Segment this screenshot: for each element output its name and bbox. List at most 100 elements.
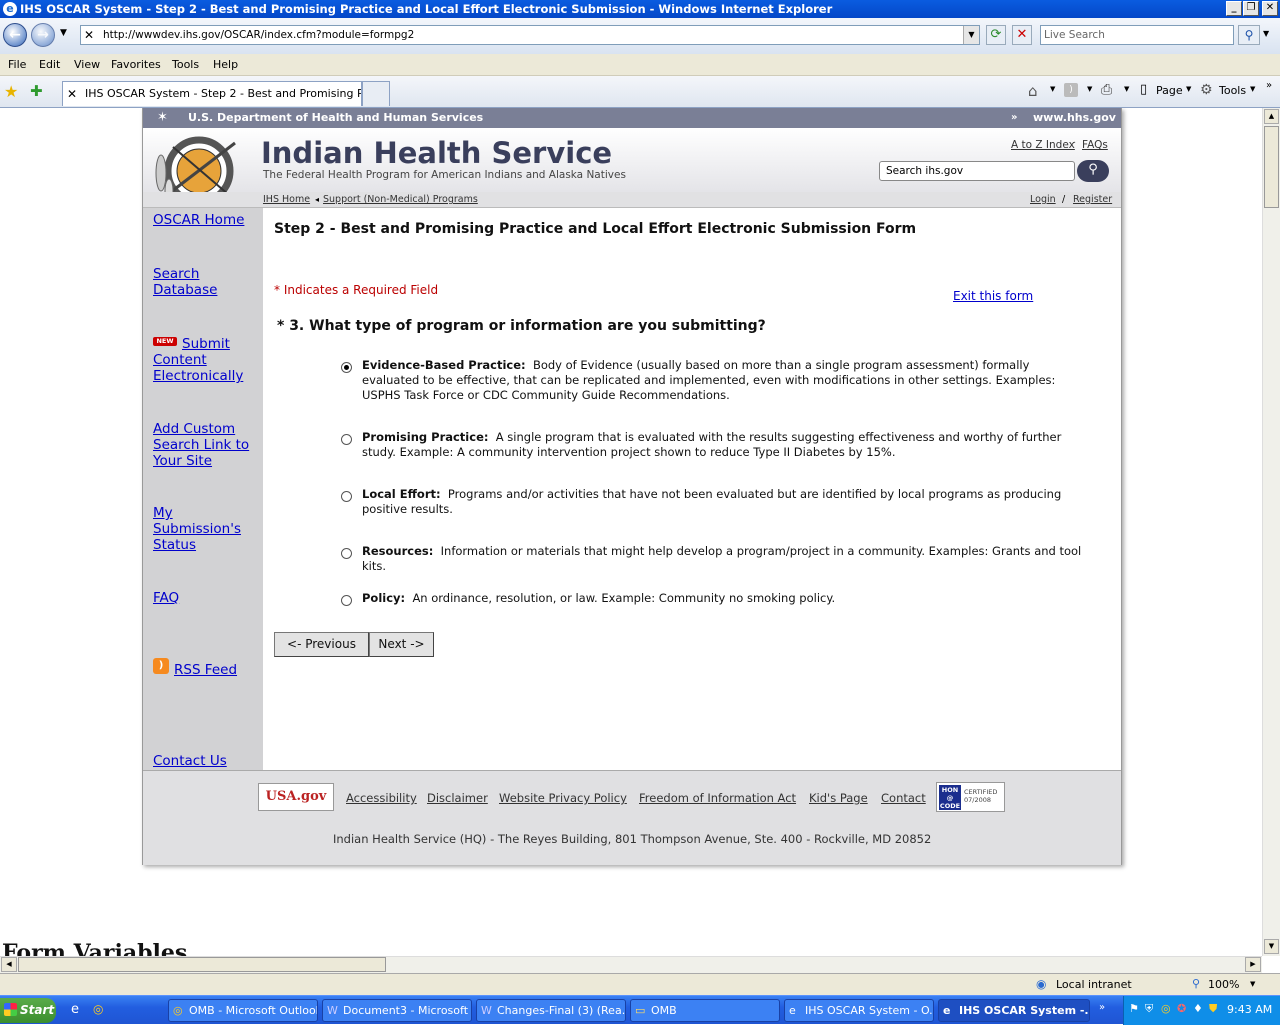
menu-view[interactable]: View xyxy=(74,58,100,71)
print-icon[interactable]: ⎙ xyxy=(1101,82,1112,98)
radio-policy[interactable] xyxy=(341,595,352,606)
tools-dropdown-icon[interactable]: ▼ xyxy=(1250,85,1255,93)
sidebar-item-faq[interactable]: FAQ xyxy=(153,590,179,606)
add-favorite-icon[interactable]: ✚ xyxy=(30,82,43,100)
radio-resources[interactable] xyxy=(341,548,352,559)
ihs-page: ✶ U.S. Department of Health and Human Se… xyxy=(142,108,1122,865)
footer-disclaimer-link[interactable]: Disclaimer xyxy=(427,791,488,805)
minimize-button[interactable]: _ xyxy=(1226,1,1242,16)
radio-evidence-based[interactable] xyxy=(341,362,352,373)
scroll-down-icon[interactable]: ▼ xyxy=(1264,939,1279,954)
a-to-z-link[interactable]: A to Z Index xyxy=(1011,139,1075,151)
zoom-dropdown-icon[interactable]: ▼ xyxy=(1250,980,1255,988)
close-window-button[interactable]: ✕ xyxy=(1262,1,1278,16)
login-link[interactable]: Login xyxy=(1030,192,1056,207)
tray-update-icon[interactable]: ♦ xyxy=(1193,1002,1203,1015)
print-dropdown-icon[interactable]: ▼ xyxy=(1124,85,1129,93)
site-search-button[interactable]: ⚲ xyxy=(1077,160,1109,182)
maximize-button[interactable]: ❐ xyxy=(1243,1,1259,16)
page-menu-button[interactable]: Page xyxy=(1156,84,1183,97)
quicklaunch-ie-icon[interactable]: e xyxy=(71,1002,79,1017)
faqs-link[interactable]: FAQs xyxy=(1082,139,1108,151)
scroll-up-icon[interactable]: ▲ xyxy=(1264,109,1279,124)
favorites-star-icon[interactable]: ★ xyxy=(4,82,18,101)
radio-promising-practice[interactable] xyxy=(341,434,352,445)
vertical-scrollbar[interactable]: ▲ ▼ xyxy=(1262,108,1280,956)
next-button[interactable]: Next -> xyxy=(369,632,434,657)
search-options-icon[interactable]: ▼ xyxy=(1263,29,1269,38)
task-omb-folder[interactable]: ▭ OMB xyxy=(630,999,780,1022)
feeds-icon[interactable]: ) xyxy=(1064,83,1078,97)
tray-network-icon[interactable]: ⚑ xyxy=(1129,1002,1139,1015)
back-button[interactable]: ← xyxy=(3,23,27,47)
scroll-left-icon[interactable]: ◀ xyxy=(1,957,17,972)
vertical-scroll-thumb[interactable] xyxy=(1264,126,1279,208)
live-search-input[interactable]: Live Search xyxy=(1040,25,1234,45)
sidebar-item-oscar-home[interactable]: OSCAR Home xyxy=(153,212,244,228)
site-search-input[interactable]: Search ihs.gov xyxy=(879,161,1075,181)
tray-clock[interactable]: 9:43 AM xyxy=(1227,1003,1272,1016)
toolbar-overflow-icon[interactable]: » xyxy=(1266,80,1272,91)
sidebar-item-submit-content[interactable]: Submit Content Electronically xyxy=(153,336,251,384)
previous-button[interactable]: <- Previous xyxy=(274,632,369,657)
task-word-document3[interactable]: W Document3 - Microsoft ... xyxy=(322,999,472,1022)
footer-kids-page-link[interactable]: Kid's Page xyxy=(809,791,868,805)
task-ie-oscar-1[interactable]: e IHS OSCAR System - O... xyxy=(784,999,934,1022)
menu-file[interactable]: File xyxy=(8,58,26,71)
hhs-link[interactable]: www.hhs.gov xyxy=(1033,108,1116,128)
sidebar-item-rss-feed[interactable]: RSS Feed xyxy=(174,662,237,678)
tray-security-icon[interactable]: ⛨ xyxy=(1145,1002,1153,1016)
horizontal-scrollbar[interactable]: ◀ ▶ xyxy=(0,956,1262,973)
address-input[interactable]: ✕ http://wwwdev.ihs.gov/OSCAR/index.cfm?… xyxy=(80,25,980,45)
footer-foia-link[interactable]: Freedom of Information Act xyxy=(639,791,796,805)
address-dropdown-icon[interactable]: ▼ xyxy=(963,26,979,44)
breadcrumb-ihs-home[interactable]: IHS Home xyxy=(263,192,310,207)
taskbar-overflow-icon[interactable]: » xyxy=(1099,1002,1105,1013)
stop-icon[interactable]: ✕ xyxy=(1012,25,1032,45)
breadcrumb-support-programs[interactable]: Support (Non-Medical) Programs xyxy=(323,192,478,207)
browser-viewport: ✶ U.S. Department of Health and Human Se… xyxy=(0,108,1262,956)
scroll-right-icon[interactable]: ▶ xyxy=(1245,957,1261,972)
sidebar-item-submission-status[interactable]: My Submission's Status xyxy=(153,505,253,553)
sidebar-item-add-custom-search[interactable]: Add Custom Search Link to Your Site xyxy=(153,421,253,469)
tab-ihs-oscar[interactable]: ✕ IHS OSCAR System - Step 2 - Best and P… xyxy=(62,81,362,106)
footer-contact-link[interactable]: Contact xyxy=(881,791,926,805)
tray-shield-icon[interactable]: ⛊ xyxy=(1209,1002,1217,1016)
forward-button[interactable]: → xyxy=(31,23,55,47)
usa-gov-badge[interactable]: USA.gov xyxy=(258,783,334,811)
menu-help[interactable]: Help xyxy=(213,58,238,71)
start-button[interactable]: Start xyxy=(0,998,56,1023)
register-link[interactable]: Register xyxy=(1073,192,1112,207)
home-dropdown-icon[interactable]: ▼ xyxy=(1050,85,1055,93)
radio-local-effort[interactable] xyxy=(341,491,352,502)
tray-antivirus-icon[interactable]: ✪ xyxy=(1177,1002,1186,1015)
exit-form-link[interactable]: Exit this form xyxy=(953,289,1033,303)
word-icon: W xyxy=(327,1004,338,1017)
sidebar-item-contact-us[interactable]: Contact Us xyxy=(153,753,227,769)
rss-icon[interactable]: ) xyxy=(153,658,169,674)
new-tab-button[interactable] xyxy=(362,81,390,106)
refresh-icon[interactable]: ⟳ xyxy=(986,25,1006,45)
footer-privacy-link[interactable]: Website Privacy Policy xyxy=(499,791,627,805)
history-dropdown-icon[interactable]: ▼ xyxy=(60,28,67,38)
magnifier-icon: ⚲ xyxy=(1088,162,1098,177)
page-dropdown-icon[interactable]: ▼ xyxy=(1186,85,1191,93)
horizontal-scroll-thumb[interactable] xyxy=(18,957,386,972)
tray-outlook-icon[interactable]: ◎ xyxy=(1161,1002,1171,1015)
footer-accessibility-link[interactable]: Accessibility xyxy=(346,791,417,805)
home-icon[interactable]: ⌂ xyxy=(1028,82,1038,100)
menu-tools[interactable]: Tools xyxy=(172,58,199,71)
task-word-changes-final[interactable]: W Changes-Final (3) (Rea... xyxy=(476,999,626,1022)
zoom-level[interactable]: 100% xyxy=(1208,978,1239,991)
window-titlebar[interactable]: e IHS OSCAR System - Step 2 - Best and P… xyxy=(0,0,1280,18)
task-ie-oscar-2[interactable]: e IHS OSCAR System -... xyxy=(938,999,1090,1022)
feeds-dropdown-icon[interactable]: ▼ xyxy=(1087,85,1092,93)
hon-code-badge[interactable]: HON @ CODE CERTIFIED 07/2008 xyxy=(936,782,1005,812)
menu-favorites[interactable]: Favorites xyxy=(111,58,161,71)
menu-edit[interactable]: Edit xyxy=(39,58,60,71)
task-outlook[interactable]: ◎ OMB - Microsoft Outlook xyxy=(168,999,318,1022)
tools-menu-button[interactable]: Tools xyxy=(1219,84,1246,97)
search-icon[interactable]: ⚲ xyxy=(1238,25,1260,45)
sidebar-item-search-database[interactable]: Search Database xyxy=(153,266,233,298)
quicklaunch-outlook-icon[interactable]: ◎ xyxy=(93,1002,103,1016)
